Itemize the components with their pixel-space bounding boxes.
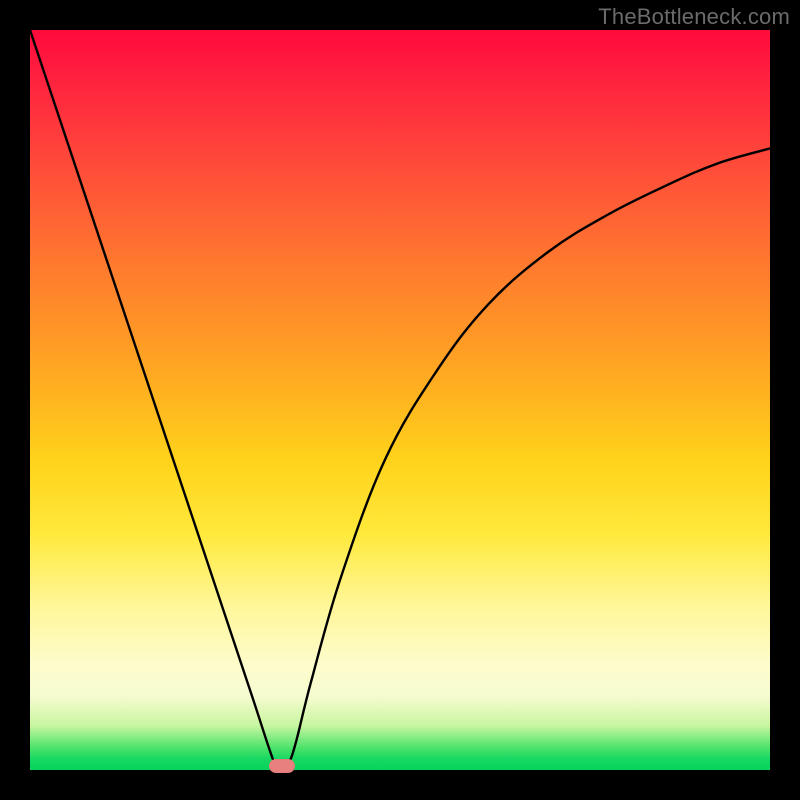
curve-path xyxy=(30,30,770,770)
watermark-text: TheBottleneck.com xyxy=(598,4,790,30)
bottleneck-curve xyxy=(30,30,770,770)
plot-area xyxy=(30,30,770,770)
optimal-marker xyxy=(269,759,295,773)
chart-frame: TheBottleneck.com xyxy=(0,0,800,800)
